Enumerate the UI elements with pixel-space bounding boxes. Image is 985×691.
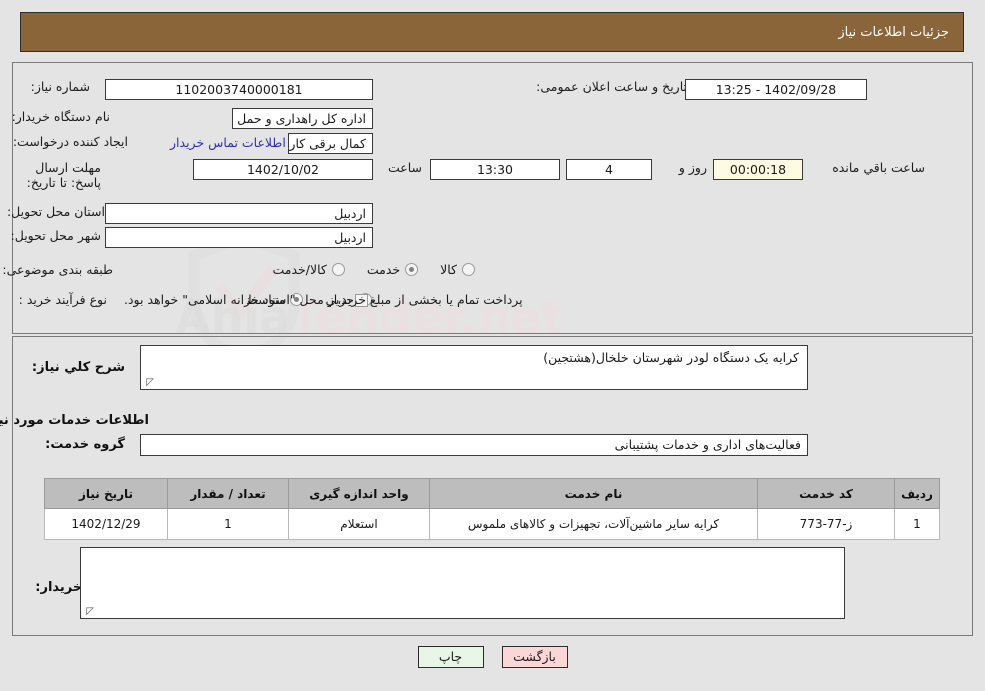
cell-service-code: ز-77-773 [757, 508, 895, 540]
th-service-code: کد خدمت [757, 478, 895, 509]
th-unit: واحد اندازه گیری [288, 478, 430, 509]
delivery-province-value: اردبیل [105, 203, 373, 224]
buyer-notes-box[interactable]: ◸ [80, 547, 845, 619]
deadline-days-label: روز و [678, 160, 707, 175]
countdown-remaining-value: 00:00:18 [713, 159, 803, 180]
radio-option-kala-khedmat-label: کالا/خدمت [272, 262, 327, 277]
cell-service-name: کرایه سایر ماشین‌آلات، تجهیزات و کالاهای… [429, 508, 758, 540]
delivery-city-label: شهر محل تحویل: [10, 228, 101, 243]
print-button[interactable]: چاپ [417, 646, 484, 668]
deadline-date-value: 1402/10/02 [193, 159, 373, 180]
button-bar: بازگشت چاپ [0, 646, 985, 668]
subject-category-label: طبقه بندی موضوعی: [2, 262, 113, 277]
th-row-no: ردیف [894, 478, 940, 509]
buyer-org-value: اداره کل راهداری و حمل و نقل جاده ای است… [232, 108, 373, 129]
treasury-docs-note: پرداخت تمام یا بخشی از مبلغ خرید،از محل … [124, 292, 523, 307]
th-service-name: نام خدمت [429, 478, 758, 509]
service-group-label: گروه خدمت: [45, 437, 125, 452]
table-row: 1 ز-77-773 کرایه سایر ماشین‌آلات، تجهیزا… [44, 508, 940, 540]
page-title: جزئیات اطلاعات نیاز [20, 12, 964, 52]
service-group-value: فعالیت‌های اداری و خدمات پشتیبانی [140, 434, 808, 456]
need-description-value: کرایه یک دستگاه لودر شهرستان خلخال(هشتجی… [543, 350, 799, 365]
deadline-days-value: 4 [566, 159, 652, 180]
deadline-time-value: 13:30 [430, 159, 560, 180]
radio-kala-khedmat-icon[interactable] [331, 263, 345, 276]
table-header-row: ردیف کد خدمت نام خدمت واحد اندازه گیری ت… [44, 478, 940, 509]
radio-khedmat-icon[interactable] [405, 263, 419, 276]
buyer-contact-link[interactable]: اطلاعات تماس خریدار [170, 135, 286, 150]
radio-option-kala-khedmat[interactable]: کالا/خدمت [272, 262, 345, 277]
radio-option-kala-label: کالا [440, 262, 457, 277]
delivery-province-label: استان محل تحویل: [6, 204, 105, 219]
cell-row-no: 1 [894, 508, 940, 540]
need-number-value: 1102003740000181 [105, 79, 373, 100]
radio-option-kala[interactable]: کالا [440, 262, 475, 277]
delivery-city-value: اردبیل [105, 227, 373, 248]
buyer-notes-resize-grip-icon[interactable]: ◸ [84, 607, 94, 617]
cell-quantity: 1 [167, 508, 289, 540]
services-section-heading: اطلاعات خدمات مورد نیاز [0, 413, 149, 428]
deadline-label: مهلت ارسال پاسخ: تا تاریخ: [26, 160, 101, 190]
need-description-box[interactable]: کرایه یک دستگاه لودر شهرستان خلخال(هشتجی… [140, 345, 808, 390]
th-quantity: تعداد / مقدار [167, 478, 289, 509]
cell-need-date: 1402/12/29 [44, 508, 168, 540]
need-number-label: شماره نیاز: [30, 79, 90, 94]
purchase-type-label: نوع فرآیند خرید : [18, 292, 107, 307]
page-root: AhiaTender.net جزئیات اطلاعات نیاز شماره… [0, 0, 985, 691]
radio-kala-icon[interactable] [462, 263, 475, 276]
countdown-remaining-label: ساعت باقي مانده [832, 160, 925, 175]
announce-datetime-label: تاریخ و ساعت اعلان عمومی: [536, 79, 687, 94]
need-description-label: شرح کلي نیاز: [31, 360, 125, 375]
radio-option-khedmat[interactable]: خدمت [366, 262, 419, 277]
subject-category-radio-group: کالا خدمت کالا/خدمت [250, 262, 475, 277]
buyer-org-label: نام دستگاه خریدار: [11, 109, 110, 124]
request-creator-label: ایجاد کننده درخواست: [12, 134, 128, 149]
page-title-label: جزئیات اطلاعات نیاز [838, 24, 949, 40]
services-table: ردیف کد خدمت نام خدمت واحد اندازه گیری ت… [44, 478, 940, 540]
radio-option-khedmat-label: خدمت [366, 262, 401, 277]
back-button[interactable]: بازگشت [501, 646, 568, 668]
resize-grip-icon[interactable]: ◸ [144, 378, 154, 388]
cell-unit: استعلام [288, 508, 430, 540]
th-need-date: تاریخ نیاز [44, 478, 168, 509]
deadline-time-label: ساعت [387, 160, 422, 175]
request-creator-value: کمال برقی کاربرداز اداره کل راهداری و حم… [288, 133, 373, 154]
announce-datetime-value: 1402/09/28 - 13:25 [685, 79, 867, 100]
